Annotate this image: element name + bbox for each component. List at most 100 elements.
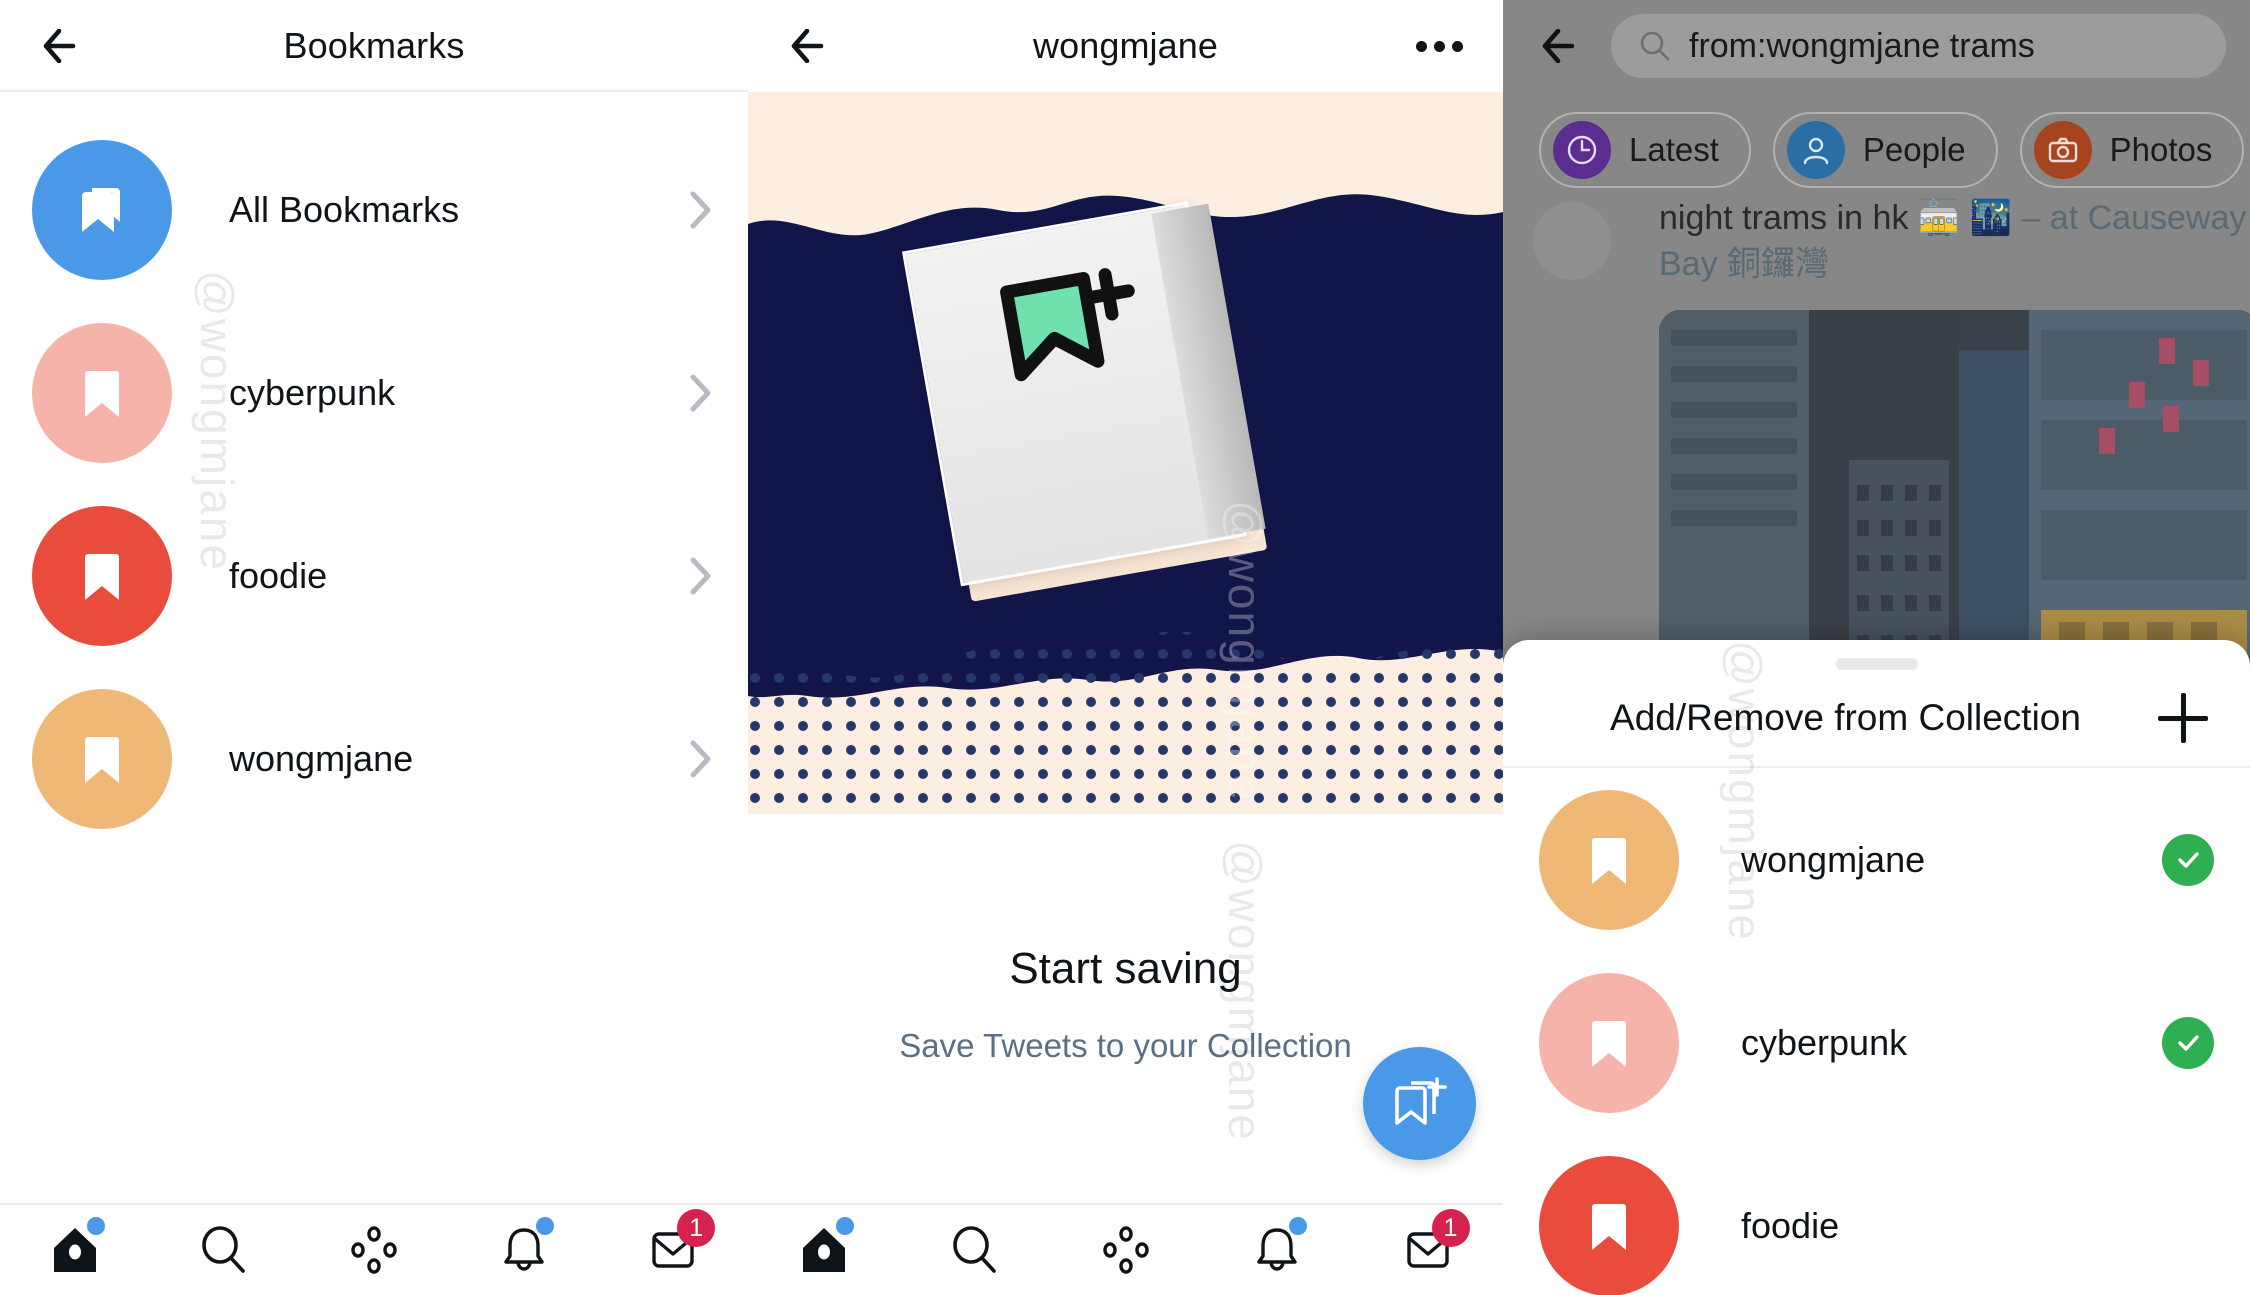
camera-icon	[2048, 137, 2077, 163]
check-circle-icon	[2178, 851, 2199, 868]
collection-panel: wongmjane Start saving Save Tweets to yo…	[748, 0, 1503, 1295]
arrow-left-icon	[791, 29, 824, 63]
bookmarks-appbar: Bookmarks	[0, 0, 748, 92]
avatar	[32, 139, 172, 280]
tab-home[interactable]	[776, 1215, 872, 1285]
tab-messages[interactable]: 1	[625, 1209, 721, 1285]
chevron-right-icon	[690, 374, 711, 411]
tab-notifications[interactable]	[1229, 1215, 1325, 1285]
more-options-button[interactable]	[1403, 10, 1475, 82]
collection-row-cyberpunk[interactable]: cyberpunk	[0, 301, 748, 484]
tab-messages[interactable]: 1	[1380, 1209, 1476, 1285]
tweet-location-prefix: – at Causeway	[2012, 199, 2247, 237]
collection-label: cyberpunk	[229, 371, 396, 413]
collection-label: foodie	[229, 554, 328, 596]
search-icon	[1640, 31, 1670, 61]
selected-check[interactable]	[2162, 1016, 2214, 1069]
collection-row-all-bookmarks[interactable]: All Bookmarks	[0, 118, 748, 301]
tab-search[interactable]	[176, 1215, 272, 1285]
collection-label: cyberpunk	[1741, 1021, 1908, 1063]
tab-spaces[interactable]	[1078, 1215, 1174, 1285]
sheet-row-cyberpunk[interactable]: cyberpunk	[1503, 951, 2250, 1134]
chip-photos[interactable]: Photos	[2019, 112, 2245, 188]
clock-icon	[1567, 135, 1597, 165]
back-button[interactable]	[28, 10, 100, 82]
collection-row-foodie[interactable]: foodie	[0, 484, 748, 667]
bookmarks-stack-icon	[82, 187, 120, 232]
bottom-tabbar: 1	[748, 1203, 1503, 1295]
tweet-text: night trams in hk 🚋 🌃 – at Causeway Bay …	[1659, 196, 2250, 288]
clock-icon-wrap	[1553, 121, 1611, 179]
spaces-icon	[351, 1226, 397, 1274]
camera-icon-wrap	[2033, 121, 2092, 179]
tab-home[interactable]	[27, 1215, 123, 1285]
unread-dot	[535, 1217, 554, 1235]
chip-label: People	[1862, 131, 1966, 168]
avatar	[1533, 202, 1611, 280]
drag-handle[interactable]	[1835, 658, 1918, 670]
bookmark-icon	[85, 736, 119, 783]
tweet-location: Bay 銅鑼灣	[1659, 244, 1830, 283]
person-icon	[1803, 137, 1829, 165]
avatar	[1539, 789, 1679, 930]
book-illustration	[901, 198, 1268, 602]
appbar-spacer	[648, 10, 720, 82]
collections-list: All Bookmarks cyberpunk foodie wongmjane	[0, 92, 748, 850]
collection-row-wongmjane[interactable]: wongmjane	[0, 667, 748, 850]
chip-latest[interactable]: Latest	[1539, 112, 1751, 188]
selected-check[interactable]	[2162, 833, 2214, 886]
empty-state-illustration	[748, 92, 1503, 814]
avatar	[32, 505, 172, 646]
tab-spaces[interactable]	[326, 1215, 422, 1285]
chip-label: Photos	[2109, 131, 2213, 168]
sheet-row-wongmjane[interactable]: wongmjane	[1503, 768, 2250, 951]
empty-title: Start saving	[1009, 944, 1242, 993]
collection-label: wongmjane	[229, 737, 414, 779]
spaces-icon	[1102, 1226, 1149, 1274]
empty-state-text: Start saving Save Tweets to your Collect…	[748, 944, 1503, 1065]
unread-dot	[835, 1217, 854, 1235]
chevron-right-icon	[690, 740, 711, 777]
chevron-right-icon	[690, 191, 711, 228]
green-bookmark-plus-icon	[1000, 268, 1135, 382]
search-icon	[202, 1226, 246, 1273]
screenshot-root: Bookmarks All Bookmarks cyberpunk foodie…	[0, 0, 2250, 1295]
message-badge: 1	[677, 1209, 716, 1247]
avatar	[32, 688, 172, 829]
bookmark-icon	[1592, 1020, 1626, 1067]
tweet-body: night trams in hk 🚋 🌃	[1659, 199, 2012, 237]
sheet-row-foodie[interactable]: foodie	[1503, 1134, 2250, 1295]
collection-label: wongmjane	[1741, 838, 1926, 880]
new-collection-fab[interactable]	[1363, 1047, 1476, 1160]
add-remove-collection-sheet: Add/Remove from Collection wongmjane cyb…	[1503, 640, 2250, 1295]
bookmark-icon	[85, 370, 119, 417]
appbar-divider	[0, 90, 748, 92]
chip-people[interactable]: People	[1772, 112, 1998, 188]
avatar	[1539, 1155, 1679, 1295]
bottom-tabbar: 1	[0, 1203, 748, 1295]
avatar	[32, 322, 172, 463]
sheet-title: Add/Remove from Collection	[1610, 697, 2081, 738]
arrow-left-icon	[1542, 29, 1575, 63]
page-title: Bookmarks	[283, 25, 465, 66]
avatar	[1539, 972, 1679, 1113]
search-appbar: from:wongmjane trams	[1503, 0, 2250, 92]
bookmarks-panel: Bookmarks All Bookmarks cyberpunk foodie…	[0, 0, 748, 1295]
collection-label: foodie	[1741, 1204, 1840, 1246]
search-query-text: from:wongmjane trams	[1689, 26, 2035, 65]
back-button[interactable]	[1527, 10, 1599, 82]
bookmark-icon	[85, 553, 119, 600]
search-input[interactable]: from:wongmjane trams	[1611, 14, 2226, 78]
more-horizontal-icon	[1451, 40, 1463, 52]
sheet-header: Add/Remove from Collection	[1503, 670, 2250, 766]
tab-notifications[interactable]	[476, 1215, 572, 1285]
tab-search[interactable]	[927, 1215, 1023, 1285]
search-results-panel: from:wongmjane trams Latest People Photo…	[1503, 0, 2250, 1295]
create-collection-button[interactable]	[2152, 687, 2214, 749]
person-icon-wrap	[1786, 121, 1845, 179]
message-badge: 1	[1431, 1209, 1470, 1247]
more-horizontal-icon	[1415, 40, 1427, 52]
back-button[interactable]	[776, 10, 848, 82]
page-title: wongmjane	[1032, 25, 1218, 66]
more-horizontal-icon	[1433, 40, 1445, 52]
